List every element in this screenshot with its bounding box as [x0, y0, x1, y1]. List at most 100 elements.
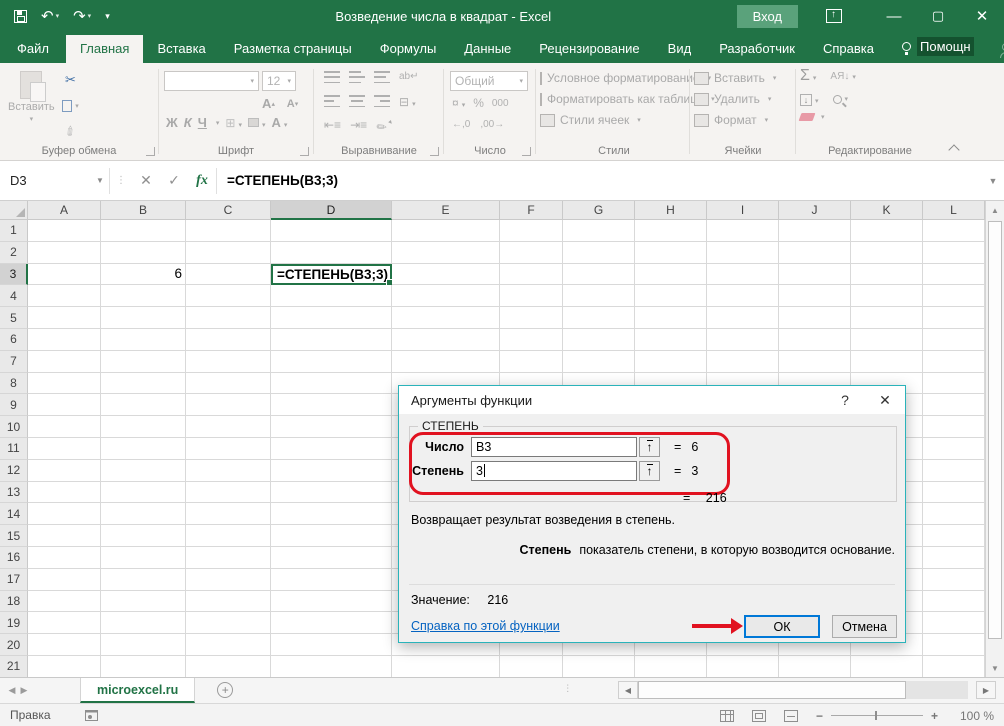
cell-L1[interactable] — [923, 220, 985, 242]
clear-button[interactable]: ▾ — [800, 113, 825, 121]
cell-F4[interactable] — [500, 285, 563, 307]
tab-помощн[interactable]: Помощн — [888, 31, 988, 63]
collapse-dialog-button[interactable]: ↑ — [639, 437, 660, 457]
cell-C3[interactable] — [186, 264, 271, 286]
format-as-table-button[interactable]: Форматировать как таблицу▾ — [540, 92, 688, 106]
cell-J21[interactable] — [779, 656, 851, 677]
cancel-entry-button[interactable]: ✕ — [132, 168, 160, 194]
cell-D17[interactable] — [271, 569, 392, 591]
cell-A18[interactable] — [28, 591, 101, 613]
cell-J2[interactable] — [779, 242, 851, 264]
number-argument-input[interactable]: B3 — [471, 437, 637, 457]
redo-button[interactable]: ↷▾ — [73, 9, 91, 24]
row-header-6[interactable]: 6 — [0, 329, 28, 351]
expand-formula-bar-icon[interactable]: ▼ — [982, 176, 1004, 186]
cell-J5[interactable] — [779, 307, 851, 329]
cell-C2[interactable] — [186, 242, 271, 264]
row-header-4[interactable]: 4 — [0, 285, 28, 307]
collapse-ribbon-icon[interactable] — [948, 144, 959, 155]
cell-A16[interactable] — [28, 547, 101, 569]
scroll-up-icon[interactable]: ▲ — [986, 201, 1004, 219]
cell-F3[interactable] — [500, 264, 563, 286]
cell-C12[interactable] — [186, 460, 271, 482]
cell-C4[interactable] — [186, 285, 271, 307]
column-header-I[interactable]: I — [707, 201, 779, 220]
dialog-help-icon[interactable]: ? — [825, 392, 865, 408]
tab-рецензирование[interactable]: Рецензирование — [525, 35, 653, 63]
cell-L2[interactable] — [923, 242, 985, 264]
column-header-J[interactable]: J — [779, 201, 851, 220]
cell-J6[interactable] — [779, 329, 851, 351]
tab-формулы[interactable]: Формулы — [366, 35, 451, 63]
page-break-view-icon[interactable] — [784, 710, 798, 722]
increase-decimal-button[interactable]: ←,0 — [452, 119, 470, 130]
cancel-button[interactable]: Отмена — [832, 615, 897, 638]
cell-I21[interactable] — [707, 656, 779, 677]
cell-L12[interactable] — [923, 460, 985, 482]
cell-D10[interactable] — [271, 416, 392, 438]
column-header-B[interactable]: B — [101, 201, 186, 220]
chevron-down-icon[interactable]: ▼ — [91, 176, 109, 185]
row-header-13[interactable]: 13 — [0, 482, 28, 504]
cell-A7[interactable] — [28, 351, 101, 373]
zoom-out-icon[interactable]: − — [816, 709, 823, 723]
decrease-indent-button[interactable]: ⇤≡ — [324, 118, 341, 132]
tab-разметка-страницы[interactable]: Разметка страницы — [220, 35, 366, 63]
sort-filter-button[interactable]: АЯ↓▾ — [830, 71, 855, 82]
cell-H7[interactable] — [635, 351, 707, 373]
cell-B9[interactable] — [101, 394, 186, 416]
row-header-17[interactable]: 17 — [0, 569, 28, 591]
page-layout-view-icon[interactable] — [752, 710, 766, 722]
tab-вставка[interactable]: Вставка — [143, 35, 219, 63]
paste-button[interactable]: Вставить ▾ — [8, 65, 55, 123]
shrink-font-button[interactable]: А▾ — [284, 95, 301, 112]
tab-вид[interactable]: Вид — [654, 35, 706, 63]
clipboard-dialog-launcher-icon[interactable] — [146, 147, 155, 156]
cell-L9[interactable] — [923, 394, 985, 416]
cell-E7[interactable] — [392, 351, 500, 373]
tabbar-resizer[interactable]: ⋮ — [563, 683, 572, 703]
row-header-14[interactable]: 14 — [0, 503, 28, 525]
collapse-dialog-button[interactable]: ↑ — [639, 461, 660, 481]
cell-styles-button[interactable]: Стили ячеек▾ — [540, 113, 688, 127]
cell-A8[interactable] — [28, 373, 101, 395]
cell-E5[interactable] — [392, 307, 500, 329]
cell-L5[interactable] — [923, 307, 985, 329]
scroll-right-icon[interactable]: ▶ — [976, 681, 996, 699]
delete-cells-button[interactable]: Удалить▾ — [694, 92, 792, 106]
font-dialog-launcher-icon[interactable] — [300, 147, 309, 156]
row-header-10[interactable]: 10 — [0, 416, 28, 438]
cell-L15[interactable] — [923, 525, 985, 547]
cell-K1[interactable] — [851, 220, 923, 242]
number-dialog-launcher-icon[interactable] — [522, 147, 531, 156]
column-header-A[interactable]: A — [28, 201, 101, 220]
horizontal-scroll-thumb[interactable] — [638, 681, 906, 699]
cell-H6[interactable] — [635, 329, 707, 351]
cell-C19[interactable] — [186, 612, 271, 634]
cell-B13[interactable] — [101, 482, 186, 504]
cell-A13[interactable] — [28, 482, 101, 504]
cell-D13[interactable] — [271, 482, 392, 504]
borders-button[interactable]: ⊞▾ — [225, 116, 242, 130]
fill-button[interactable]: ↓▾ — [800, 92, 819, 106]
cut-button[interactable]: ✂ — [62, 71, 79, 88]
cell-F5[interactable] — [500, 307, 563, 329]
cell-B20[interactable] — [101, 634, 186, 656]
row-header-16[interactable]: 16 — [0, 547, 28, 569]
cell-D12[interactable] — [271, 460, 392, 482]
cell-G7[interactable] — [563, 351, 635, 373]
cell-B3[interactable]: 6 — [101, 264, 186, 286]
vertical-scroll-thumb[interactable] — [988, 221, 1002, 639]
copy-button[interactable]: ▾ — [62, 97, 79, 114]
tab-главная[interactable]: Главная — [66, 35, 143, 63]
select-all-corner[interactable] — [0, 201, 28, 220]
cell-J4[interactable] — [779, 285, 851, 307]
cell-D14[interactable] — [271, 503, 392, 525]
cell-L8[interactable] — [923, 373, 985, 395]
cell-E21[interactable] — [392, 656, 500, 677]
tab-общий-доступ[interactable]: Общий доступ — [988, 35, 1004, 63]
cell-D1[interactable] — [271, 220, 392, 242]
cell-L17[interactable] — [923, 569, 985, 591]
row-header-11[interactable]: 11 — [0, 438, 28, 460]
font-color-button[interactable]: А▾ — [272, 115, 288, 130]
